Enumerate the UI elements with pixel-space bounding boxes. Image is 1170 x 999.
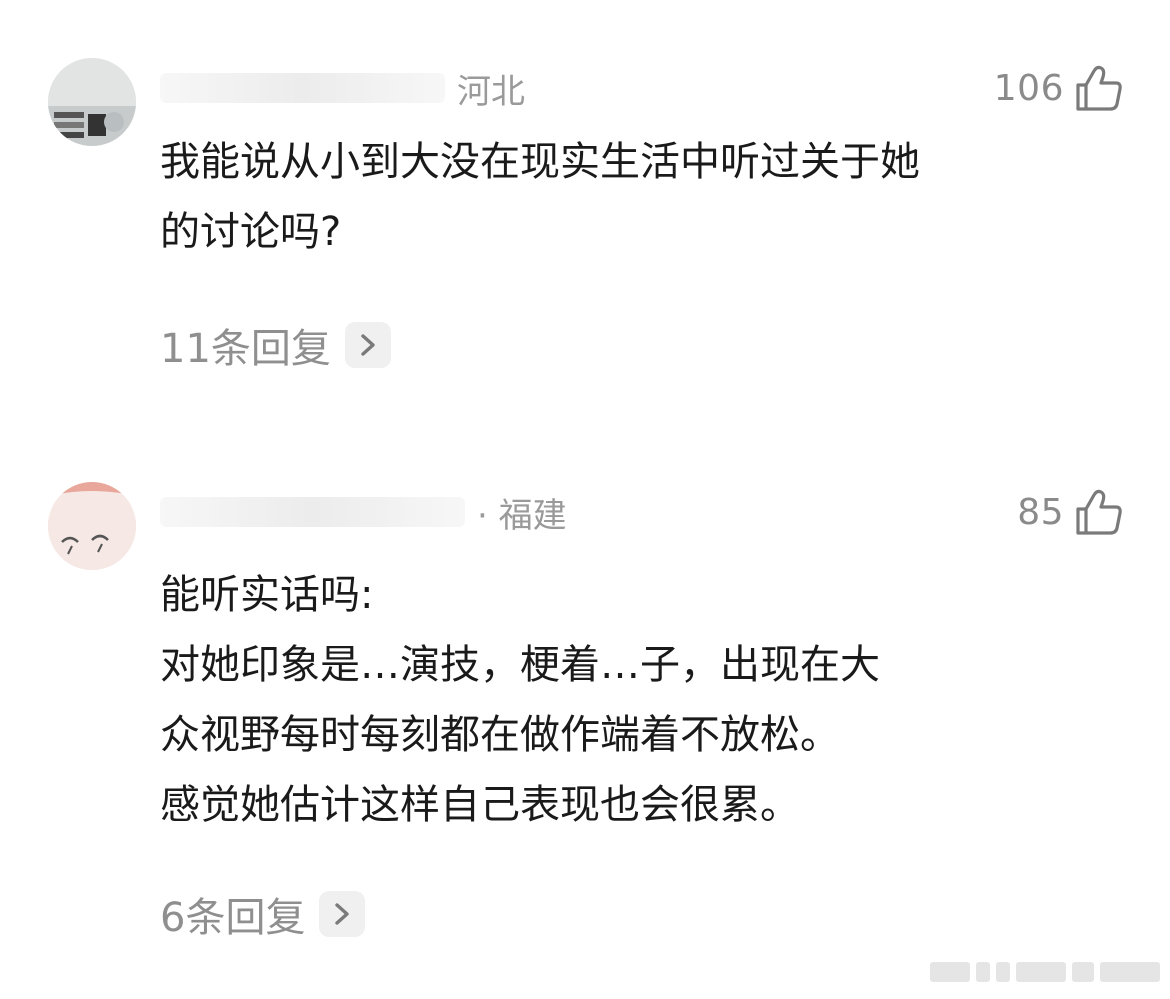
avatar[interactable]: [48, 58, 136, 146]
like-button[interactable]: 85: [1017, 484, 1124, 540]
chevron-right-icon: [361, 334, 375, 356]
chevron-right-icon: [335, 903, 350, 925]
comment-item: 河北 106 我能说从小到大没在现实生活中听过关于她 的讨论吗? 11条回复: [0, 0, 1170, 420]
chevron-container: [319, 891, 366, 937]
comment-text: 我能说从小到大没在现实生活中听过关于她 的讨论吗?: [160, 127, 1110, 267]
comment-line: 我能说从小到大没在现实生活中听过关于她: [160, 139, 920, 185]
view-replies-button[interactable]: 11条回复: [160, 318, 391, 372]
comment-line: 感觉她估计这样自己表现也会很累。: [160, 782, 800, 828]
chevron-container: [344, 322, 391, 368]
watermark: [930, 959, 1160, 985]
view-replies-button[interactable]: 6条回复: [160, 887, 366, 941]
like-count: 85: [1017, 491, 1064, 533]
replies-count-label: 6条回复: [160, 895, 306, 941]
ip-location: 河北: [457, 71, 525, 112]
user-meta: 河北: [160, 66, 525, 112]
username-redacted: [160, 73, 445, 103]
username-redacted: [160, 497, 465, 527]
user-meta: · 福建: [160, 490, 567, 536]
like-count: 106: [993, 67, 1064, 109]
comment-line: 能听实话吗:: [160, 572, 374, 618]
thumbs-up-icon: [1076, 65, 1122, 111]
comment-line: 对她印象是…演技，梗着…子，出现在大: [160, 642, 880, 688]
avatar[interactable]: [48, 482, 136, 570]
ip-location: · 福建: [477, 495, 567, 536]
replies-count-label: 11条回复: [160, 326, 331, 372]
comment-line: 的讨论吗?: [160, 209, 342, 255]
like-button[interactable]: 106: [994, 60, 1124, 116]
thumbs-up-icon: [1076, 489, 1122, 535]
comment-line: 众视野每时每刻都在做作端着不放松。: [160, 712, 840, 758]
comment-text: 能听实话吗: 对她印象是…演技，梗着…子，出现在大 众视野每时每刻都在做作端着不…: [160, 560, 1110, 840]
comment-item: · 福建 85 能听实话吗: 对她印象是…演技，梗着…子，出现在大 众视野每时每…: [0, 420, 1170, 999]
